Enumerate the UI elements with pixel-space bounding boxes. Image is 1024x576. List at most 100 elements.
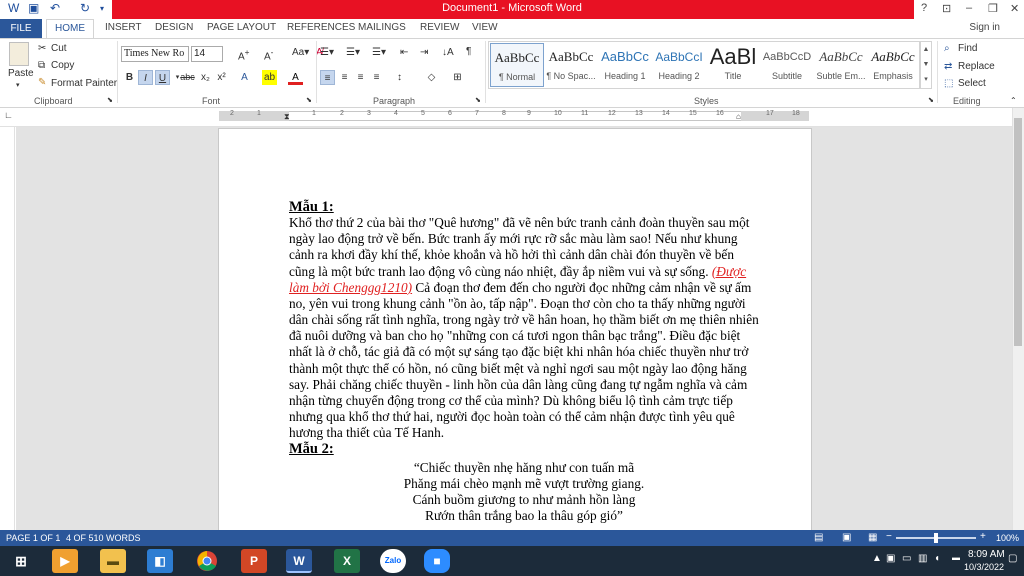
media-player-icon[interactable]: ▶ [52, 549, 78, 573]
clock-time[interactable]: 8:09 AM [968, 549, 1005, 560]
tab-references[interactable]: REFERENCES [287, 22, 355, 33]
copy-icon[interactable]: ⧉ [38, 60, 45, 71]
word-count[interactable]: 4 OF 510 WORDS [66, 533, 141, 543]
tab-review[interactable]: REVIEW [420, 22, 459, 33]
style-emphasis[interactable]: AaBbCc Emphasis [866, 43, 920, 87]
shading-icon[interactable]: ◇ [424, 70, 439, 85]
style-no-spacing[interactable]: AaBbCc ¶ No Spac... [544, 43, 598, 87]
tab-design[interactable]: DESIGN [155, 22, 193, 33]
close-button[interactable]: ✕ [1010, 2, 1019, 15]
numbering-icon[interactable]: ☰▾ [346, 47, 360, 58]
style-subtitle[interactable]: AaBbCcD Subtitle [760, 43, 814, 87]
page-count[interactable]: PAGE 1 OF 1 [6, 533, 60, 543]
display-icon[interactable]: ▭ [902, 553, 911, 564]
tab-selector-icon[interactable]: ∟ [4, 110, 13, 120]
superscript-button[interactable]: x² [214, 70, 229, 85]
minimize-button[interactable]: – [966, 2, 972, 14]
restore-button[interactable]: ❐ [988, 2, 998, 15]
tray-arrow-icon[interactable]: ▲ [872, 553, 882, 564]
paste-dropdown-icon[interactable]: ▾ [16, 81, 20, 89]
copy-button[interactable]: Copy [51, 60, 74, 71]
italic-button[interactable]: I [138, 70, 153, 85]
select-button[interactable]: Select [958, 78, 986, 89]
tab-view[interactable]: VIEW [472, 22, 498, 33]
zoom-slider-thumb[interactable] [934, 533, 938, 543]
find-button[interactable]: Find [958, 43, 977, 54]
borders-icon[interactable]: ⊞ [450, 70, 465, 85]
volume-icon[interactable]: ◖ [934, 553, 940, 564]
format-painter-icon[interactable]: ✎ [38, 77, 46, 88]
bullets-icon[interactable]: ☰▾ [320, 47, 334, 58]
line-spacing-icon[interactable]: ↕ [392, 70, 407, 85]
font-color-icon[interactable]: A [288, 70, 303, 85]
web-layout-icon[interactable]: ▦ [868, 532, 877, 543]
clipboard-launcher-icon[interactable]: ⬊ [107, 96, 113, 104]
notification-icon[interactable]: ▢ [1008, 553, 1017, 564]
highlight-icon[interactable]: ab [262, 70, 277, 85]
powerpoint-icon[interactable]: P [241, 549, 267, 573]
sort-icon[interactable]: ↓A [442, 47, 454, 58]
bold-button[interactable]: B [122, 70, 137, 85]
paste-icon[interactable] [9, 42, 29, 66]
ribbon-display-icon[interactable]: ⊡ [942, 2, 951, 15]
tab-file[interactable]: FILE [0, 19, 42, 38]
replace-icon[interactable]: ⇄ [944, 61, 952, 72]
text-effects-icon[interactable]: A [237, 70, 252, 85]
paragraph-launcher-icon[interactable]: ⬊ [475, 96, 481, 104]
clock-date[interactable]: 10/3/2022 [964, 562, 1004, 572]
font-family-select[interactable]: Times New Ro [121, 46, 189, 62]
format-painter-button[interactable]: Format Painter [51, 78, 117, 89]
increase-indent-icon[interactable]: ⇥ [420, 47, 428, 58]
tab-home[interactable]: HOME [46, 19, 94, 39]
styles-scroll[interactable]: ▲ ▼ ▾ [920, 41, 932, 89]
align-center-button[interactable]: ≡ [337, 70, 352, 85]
sign-in-link[interactable]: Sign in [969, 22, 1000, 33]
store-icon[interactable]: ◧ [147, 549, 173, 573]
scrollbar-thumb[interactable] [1014, 118, 1022, 346]
cut-icon[interactable]: ✂ [38, 43, 46, 54]
grow-font-icon[interactable]: A+ [238, 47, 250, 62]
style-normal[interactable]: AaBbCc ¶ Normal [490, 43, 544, 87]
indent-marker-icon[interactable]: ⧗ [284, 112, 290, 122]
font-size-select[interactable]: 14 [191, 46, 223, 62]
tab-mailings[interactable]: MAILINGS [358, 22, 406, 33]
network-icon[interactable]: ▥ [918, 553, 927, 564]
style-subtle-emphasis[interactable]: AaBbCc Subtle Em... [814, 43, 868, 87]
right-indent-marker-icon[interactable]: ⌂ [736, 112, 741, 121]
zoom-out-icon[interactable]: − [886, 531, 892, 542]
select-icon[interactable]: ⬚ [944, 78, 953, 89]
paste-button[interactable]: Paste [8, 68, 34, 79]
align-left-button[interactable]: ≡ [320, 70, 335, 85]
help-icon[interactable]: ? [921, 2, 927, 14]
tray-app-icon[interactable]: ▣ [886, 553, 895, 564]
tab-insert[interactable]: INSERT [105, 22, 142, 33]
zoom-app-icon[interactable]: ■ [424, 549, 450, 573]
decrease-indent-icon[interactable]: ⇤ [400, 47, 408, 58]
collapse-ribbon-icon[interactable]: ⌃ [1010, 96, 1017, 105]
read-mode-icon[interactable]: ▤ [814, 532, 823, 543]
zoom-level[interactable]: 100% [996, 533, 1019, 543]
styles-launcher-icon[interactable]: ⬊ [928, 96, 934, 104]
chrome-icon[interactable] [194, 549, 220, 573]
multilevel-list-icon[interactable]: ☰▾ [372, 47, 386, 58]
style-heading-1[interactable]: AaBbCc Heading 1 [598, 43, 652, 87]
show-formatting-icon[interactable]: ¶ [466, 46, 471, 57]
cut-button[interactable]: Cut [51, 43, 67, 54]
zalo-icon[interactable]: Zalo [380, 549, 406, 573]
style-title[interactable]: AaBl Title [706, 43, 760, 87]
shrink-font-icon[interactable]: A- [264, 47, 273, 62]
document-body[interactable]: Mẫu 1: Khổ thơ thứ 2 của bài thơ "Quê hư… [289, 199, 759, 524]
font-launcher-icon[interactable]: ⬊ [306, 96, 312, 104]
justify-button[interactable]: ≡ [369, 70, 384, 85]
replace-button[interactable]: Replace [958, 61, 995, 72]
start-icon[interactable]: ⊞ [8, 549, 34, 573]
zoom-in-icon[interactable]: + [980, 531, 986, 542]
strikethrough-button[interactable]: abc [180, 70, 195, 85]
style-heading-2[interactable]: AaBbCcI Heading 2 [652, 43, 706, 87]
print-layout-icon[interactable]: ▣ [842, 532, 851, 543]
subscript-button[interactable]: x₂ [198, 70, 213, 85]
change-case-icon[interactable]: Aa▾ [292, 47, 309, 58]
find-icon[interactable]: ⌕ [944, 43, 950, 54]
align-right-button[interactable]: ≡ [353, 70, 368, 85]
excel-icon[interactable]: X [334, 549, 360, 573]
